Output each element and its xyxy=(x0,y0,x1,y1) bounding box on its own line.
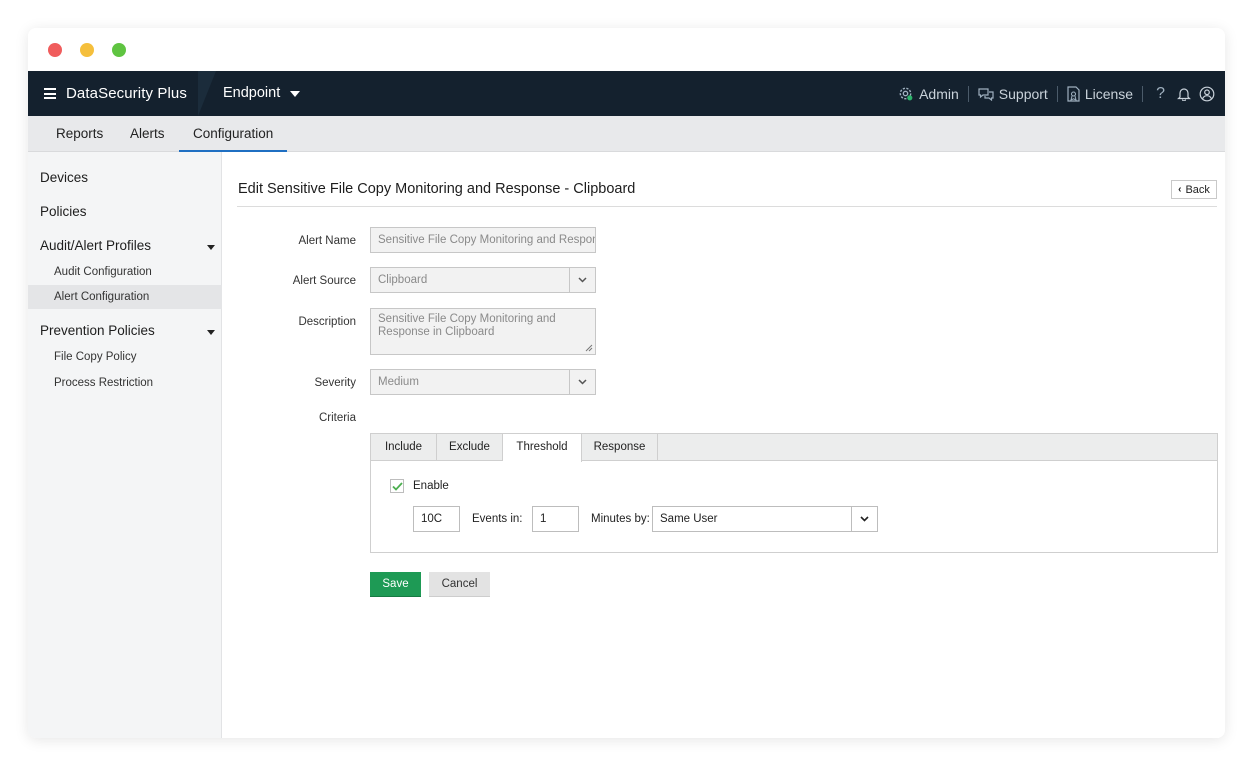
save-button[interactable]: Save xyxy=(370,572,421,597)
bell-icon[interactable] xyxy=(1177,86,1191,101)
brand-area: DataSecurity Plus xyxy=(28,71,216,116)
enable-checkbox[interactable] xyxy=(390,479,404,493)
sidebar-item-policies[interactable]: Policies xyxy=(40,204,87,219)
license-document-icon xyxy=(1067,85,1080,102)
window-titlebar xyxy=(28,28,1225,71)
top-navigation-bar: DataSecurity Plus Endpoint Admin Support… xyxy=(28,71,1225,116)
alert-name-label: Alert Name xyxy=(298,235,356,247)
minutes-input[interactable]: 1 xyxy=(532,506,579,532)
severity-value: Medium xyxy=(378,376,419,388)
maximize-window-button[interactable] xyxy=(112,43,126,57)
divider xyxy=(967,85,969,102)
sidebar: Devices Policies Audit/Alert Profiles Au… xyxy=(28,152,222,738)
severity-label: Severity xyxy=(314,377,356,389)
divider xyxy=(1142,85,1144,102)
chevron-down-icon[interactable] xyxy=(569,268,595,292)
page-title: Edit Sensitive File Copy Monitoring and … xyxy=(238,181,636,197)
description-value: Sensitive File Copy Monitoring and Respo… xyxy=(378,313,556,338)
chat-bubbles-icon xyxy=(978,87,994,101)
events-count-input[interactable]: 10C xyxy=(413,506,460,532)
caret-down-icon xyxy=(290,91,301,97)
alert-source-select[interactable]: Clipboard xyxy=(370,267,596,293)
user-avatar-icon[interactable] xyxy=(1199,86,1215,102)
tab-include[interactable]: Include xyxy=(371,434,437,461)
group-by-value: Same User xyxy=(660,513,718,525)
app-name: DataSecurity Plus xyxy=(66,85,187,102)
admin-label: Admin xyxy=(919,85,959,102)
tab-configuration[interactable]: Configuration xyxy=(178,116,288,152)
module-switcher[interactable]: Endpoint xyxy=(223,85,301,101)
criteria-panel: Include Exclude Threshold Response Enabl… xyxy=(370,433,1218,553)
main-tabs: Reports Alerts Configuration xyxy=(28,116,1225,152)
divider xyxy=(1056,85,1058,102)
help-icon[interactable]: ? xyxy=(1156,85,1165,103)
menu-icon[interactable] xyxy=(44,88,56,99)
alert-source-value: Clipboard xyxy=(378,274,428,286)
minimize-window-button[interactable] xyxy=(80,43,94,57)
app-window: DataSecurity Plus Endpoint Admin Support… xyxy=(28,28,1225,738)
tab-exclude[interactable]: Exclude xyxy=(437,434,503,461)
sidebar-item-audit-alert-profiles[interactable]: Audit/Alert Profiles xyxy=(40,238,151,253)
admin-link[interactable]: Admin xyxy=(897,85,959,102)
checkmark-icon xyxy=(391,481,403,491)
group-by-select[interactable]: Same User xyxy=(652,506,878,532)
top-right-actions: Admin Support License ? xyxy=(897,71,1215,116)
sidebar-item-audit-configuration[interactable]: Audit Configuration xyxy=(54,266,152,278)
description-textarea[interactable]: Sensitive File Copy Monitoring and Respo… xyxy=(370,308,596,355)
main-content: Edit Sensitive File Copy Monitoring and … xyxy=(223,152,1225,738)
events-in-label: Events in: xyxy=(472,513,523,525)
description-label: Description xyxy=(298,316,356,328)
chevron-down-icon[interactable] xyxy=(851,507,877,531)
enable-label: Enable xyxy=(413,480,449,492)
admin-gear-icon xyxy=(899,87,913,101)
title-divider xyxy=(237,206,1217,207)
module-label: Endpoint xyxy=(223,85,281,101)
license-label: License xyxy=(1084,85,1134,102)
tab-reports[interactable]: Reports xyxy=(56,116,103,152)
tab-response[interactable]: Response xyxy=(582,434,658,461)
caret-down-icon[interactable] xyxy=(207,330,215,335)
sidebar-item-file-copy-policy[interactable]: File Copy Policy xyxy=(54,351,136,363)
back-label: Back xyxy=(1185,183,1210,196)
support-label: Support xyxy=(998,85,1048,102)
chevron-down-icon[interactable] xyxy=(569,370,595,394)
alert-name-input[interactable]: Sensitive File Copy Monitoring and Respo… xyxy=(370,227,596,253)
license-link[interactable]: License xyxy=(1067,86,1133,102)
support-link[interactable]: Support xyxy=(978,86,1048,102)
sidebar-item-alert-configuration[interactable]: Alert Configuration xyxy=(28,285,222,309)
alert-source-label: Alert Source xyxy=(292,275,356,287)
caret-down-icon[interactable] xyxy=(207,245,215,250)
minutes-by-label: Minutes by: xyxy=(591,513,650,525)
resize-grip-icon[interactable] xyxy=(585,344,593,352)
back-button[interactable]: ‹ Back xyxy=(1171,180,1217,199)
sidebar-item-devices[interactable]: Devices xyxy=(40,170,88,185)
close-window-button[interactable] xyxy=(48,43,62,57)
tab-threshold[interactable]: Threshold xyxy=(503,434,582,462)
tab-alerts[interactable]: Alerts xyxy=(130,116,165,152)
cancel-button[interactable]: Cancel xyxy=(429,572,490,597)
criteria-label: Criteria xyxy=(318,412,356,424)
criteria-tabs: Include Exclude Threshold Response xyxy=(371,434,1217,462)
severity-select[interactable]: Medium xyxy=(370,369,596,395)
sidebar-item-prevention-policies[interactable]: Prevention Policies xyxy=(40,323,155,338)
sidebar-item-process-restriction[interactable]: Process Restriction xyxy=(54,377,153,389)
brand-divider xyxy=(198,71,216,116)
chevron-left-icon: ‹ xyxy=(1178,184,1182,195)
enable-row: Enable xyxy=(390,479,449,493)
